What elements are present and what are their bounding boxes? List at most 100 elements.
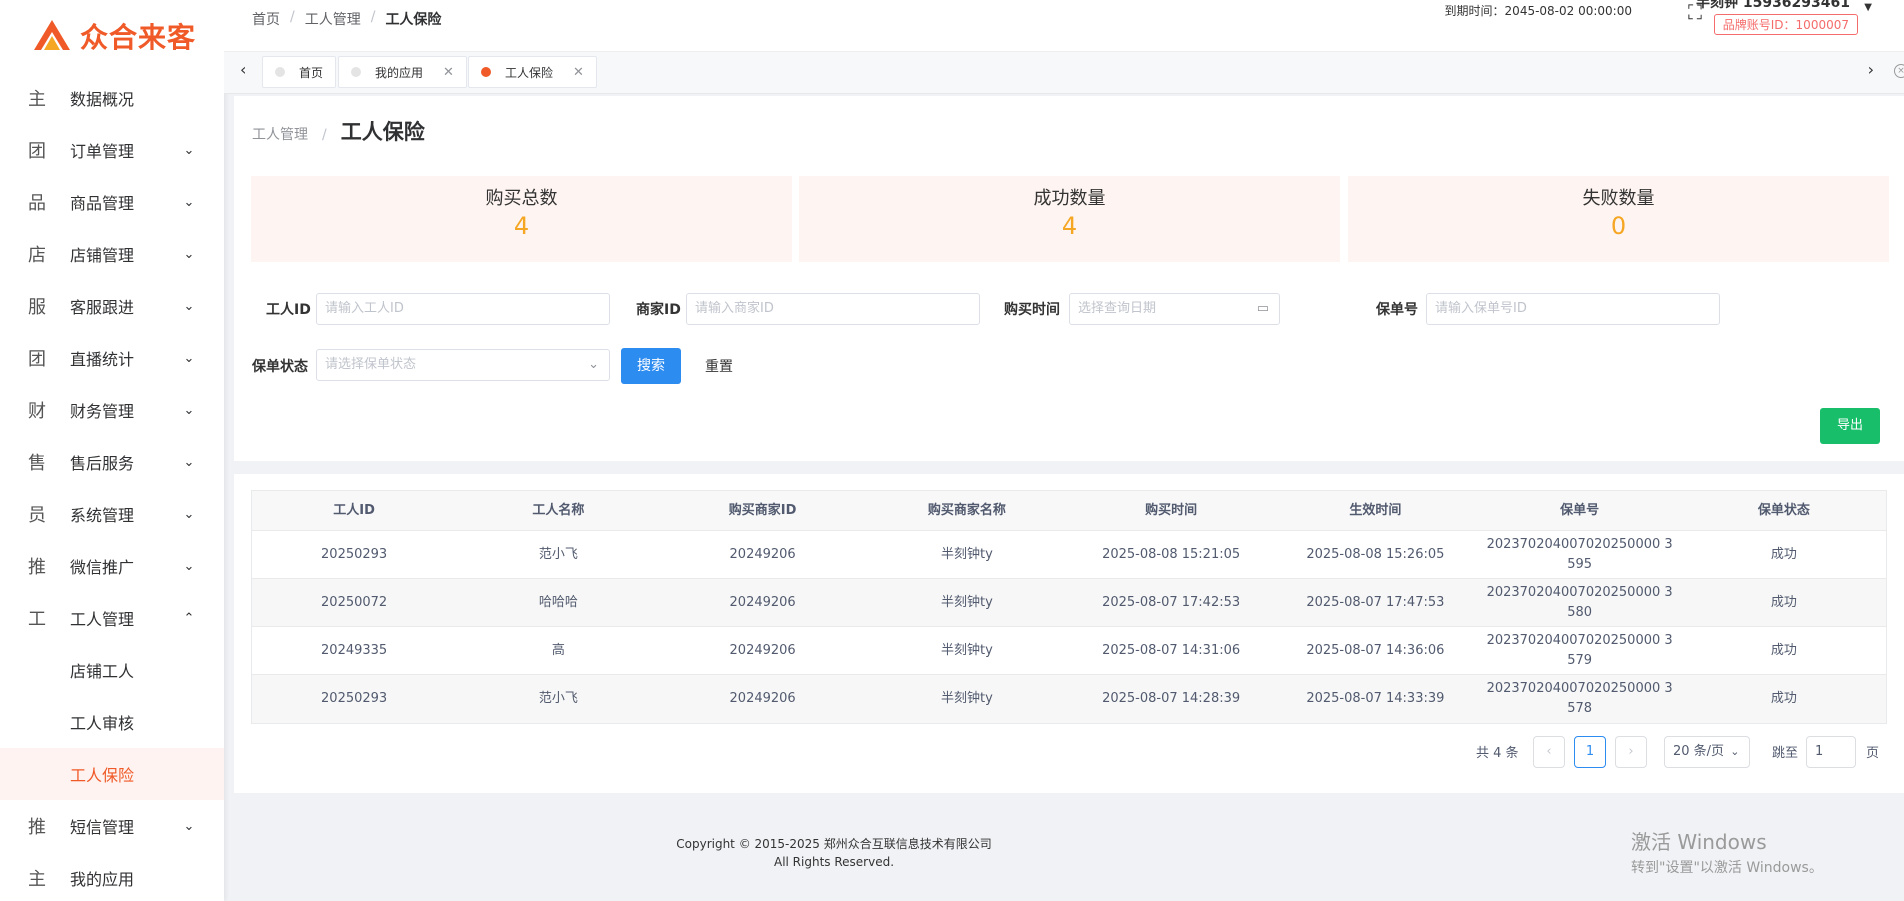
sidebar-item-label: 短信管理: [70, 818, 135, 837]
sidebar-item-overview[interactable]: 主 数据概况: [0, 72, 224, 124]
sidebar-item-after-sales[interactable]: 售 售后服务 ⌄: [0, 436, 224, 488]
table-cell: 半刻钟ty: [940, 546, 993, 562]
sidebar-item-my-apps[interactable]: 主 我的应用: [0, 852, 224, 901]
sidebar-item-sms[interactable]: 推 短信管理 ⌄: [0, 800, 224, 852]
table-cell: 范小飞: [538, 691, 578, 706]
tab-my-apps[interactable]: 我的应用 ✕: [338, 56, 467, 88]
user-dropdown-caret-icon[interactable]: ▼: [1864, 2, 1872, 13]
sidebar-subitem-worker-review[interactable]: 工人审核: [0, 696, 224, 748]
sidebar-subitem-store-workers[interactable]: 店铺工人: [0, 644, 224, 696]
sidebar-item-customer-service[interactable]: 服 客服跟进 ⌄: [0, 280, 224, 332]
sidebar-item-label: 订单管理: [70, 142, 135, 161]
tabs-scroll-right-icon[interactable]: ›: [1868, 60, 1874, 79]
sidebar-item-label: 微信推广: [70, 558, 135, 577]
chevron-down-icon: ⌄: [1730, 745, 1740, 758]
sidebar-item-products[interactable]: 品 商品管理 ⌄: [0, 176, 224, 228]
policy-no-input[interactable]: 请输入保单号ID: [1426, 293, 1720, 325]
menu-glyph-icon: 品: [28, 193, 46, 214]
sidebar-menu: 主数据概况团订单管理 ⌄ 品商品管理 ⌄ 店店铺管理 ⌄ 服客服跟进 ⌄ 团直播统计 ⌄ 财财务管理…: [0, 72, 224, 901]
export-button[interactable]: 导出: [1820, 408, 1880, 444]
menu-glyph-icon: 团: [28, 141, 46, 162]
menu-glyph-icon: 服: [28, 297, 46, 318]
merchant-id-input[interactable]: 请输入商家ID: [686, 293, 980, 325]
page-breadcrumb-parent[interactable]: 工人管理: [252, 124, 308, 144]
stat-title: 失败数量: [1582, 188, 1655, 209]
tabs-scroll-left-icon[interactable]: ‹: [240, 60, 246, 79]
stat-value: 4: [513, 212, 530, 240]
buy-time-placeholder: 选择查询日期: [1078, 301, 1157, 316]
reset-button[interactable]: 重置: [705, 356, 733, 376]
tab-worker-insurance[interactable]: 工人保险 ✕: [468, 56, 597, 88]
sidebar-item-orders[interactable]: 团 订单管理 ⌄: [0, 124, 224, 176]
chevron-down-icon: ⌄: [183, 142, 195, 158]
header-breadcrumb: 首页 / 工人管理 / 工人保险: [252, 9, 441, 29]
worker-id-label: 工人ID: [266, 302, 311, 318]
pagination-page-1[interactable]: 1: [1574, 736, 1606, 768]
tab-close-icon[interactable]: ✕: [443, 65, 454, 80]
watermark-title: 激活 Windows: [1631, 830, 1767, 854]
tab-close-icon[interactable]: ✕: [573, 65, 584, 80]
pagination-jump-input[interactable]: 1: [1806, 736, 1856, 768]
table-header-row: 工人ID 工人名称 购买商家ID 购买商家名称 购买时间 生效时间 保单号 保单状态: [252, 491, 1886, 531]
logo: 众合来客: [0, 0, 224, 72]
sidebar-item-label: 财务管理: [70, 402, 135, 421]
table-cell: 202370204007020250000 3579: [1486, 632, 1673, 668]
tab-status-dot: [275, 67, 285, 77]
search-button[interactable]: 搜索: [621, 348, 681, 384]
brand-name: 众合来客: [80, 21, 197, 54]
table-cell: 20249206: [729, 642, 796, 658]
chevron-down-icon: ⌄: [183, 818, 195, 834]
sidebar-item-wechat-promo[interactable]: 推 微信推广 ⌄: [0, 540, 224, 592]
breadcrumb-worker-management[interactable]: 工人管理: [305, 9, 361, 29]
table-cell: 2025-08-07 14:31:06: [1102, 642, 1241, 658]
sidebar-item-stores[interactable]: 店 店铺管理 ⌄: [0, 228, 224, 280]
sidebar-item-finance[interactable]: 财 财务管理 ⌄: [0, 384, 224, 436]
tabs-close-all-icon[interactable]: ×: [1894, 64, 1904, 78]
table-panel: 工人ID 工人名称 购买商家ID 购买商家名称 购买时间 生效时间 保单号 保单状态 20250…: [234, 474, 1904, 793]
watermark-subtitle: 转到"设置"以激活 Windows。: [1631, 860, 1823, 876]
chevron-down-icon: ⌄: [588, 357, 599, 372]
sidebar-item-label: 我的应用: [70, 870, 135, 889]
merchant-id-label: 商家ID: [636, 302, 681, 318]
table-cell: 2025-08-08 15:26:05: [1306, 546, 1445, 562]
menu-glyph-icon: 店: [28, 245, 46, 266]
sidebar-item-system[interactable]: 员 系统管理 ⌄: [0, 488, 224, 540]
buy-time-picker[interactable]: 选择查询日期 ▭: [1069, 293, 1280, 325]
filter-panel: 工人管理 / 工人保险 购买总数 4 成功数量 4 失败数量 0 工人ID 请输…: [234, 96, 1904, 461]
tab-home[interactable]: 首页: [262, 56, 337, 88]
user-name[interactable]: 半刻钟 15936293461: [1696, 0, 1850, 12]
pagination-next-button[interactable]: ›: [1615, 736, 1647, 768]
menu-glyph-icon: 团: [28, 349, 46, 370]
table-header-cell: 生效时间: [1349, 502, 1402, 518]
footer: Copyright © 2015-2025 郑州众合互联信息技术有限公司 All…: [224, 835, 1444, 871]
menu-glyph-icon: 财: [28, 401, 46, 422]
breadcrumb-current: 工人保险: [385, 12, 442, 28]
stat-title: 成功数量: [1033, 188, 1106, 209]
table-cell: 成功: [1770, 546, 1797, 562]
chevron-down-icon: ⌄: [183, 402, 195, 418]
menu-glyph-icon: 员: [28, 505, 46, 526]
page-breadcrumb: 工人管理 / 工人保险: [252, 116, 425, 146]
pagination-page-size-select[interactable]: 20 条/页 ⌄: [1664, 736, 1750, 768]
chevron-down-icon: ⌄: [183, 194, 195, 210]
menu-glyph-icon: 主: [28, 869, 46, 890]
brand-account-badge: 品牌账号ID：1000007: [1713, 14, 1858, 35]
sidebar-item-worker-management[interactable]: 工 工人管理 ⌃: [0, 592, 224, 644]
sidebar-item-label: 售后服务: [70, 454, 135, 473]
tab-status-dot: [481, 67, 491, 77]
sidebar-subitem-worker-insurance[interactable]: 工人保险: [0, 748, 224, 800]
sidebar-item-label: 直播统计: [70, 350, 135, 369]
policy-no-label: 保单号: [1376, 302, 1418, 318]
table-cell: 20249335: [321, 642, 388, 658]
sidebar-item-live-stats[interactable]: 团 直播统计 ⌄: [0, 332, 224, 384]
menu-glyph-icon: 推: [28, 817, 46, 838]
table-header-cell: 购买商家ID: [728, 502, 797, 518]
policy-status-select[interactable]: 请选择保单状态 ⌄: [316, 349, 610, 381]
chevron-down-icon: ⌄: [183, 246, 195, 262]
tabs-bar: ‹ 首页 我的应用 ✕ 工人保险 ✕ › ×: [224, 52, 1904, 94]
worker-id-input[interactable]: 请输入工人ID: [316, 293, 610, 325]
breadcrumb-home[interactable]: 首页: [252, 9, 280, 29]
sidebar-item-label: 数据概况: [70, 90, 135, 109]
sidebar-item-label: 工人管理: [70, 610, 135, 629]
pagination-prev-button[interactable]: ‹: [1533, 736, 1565, 768]
